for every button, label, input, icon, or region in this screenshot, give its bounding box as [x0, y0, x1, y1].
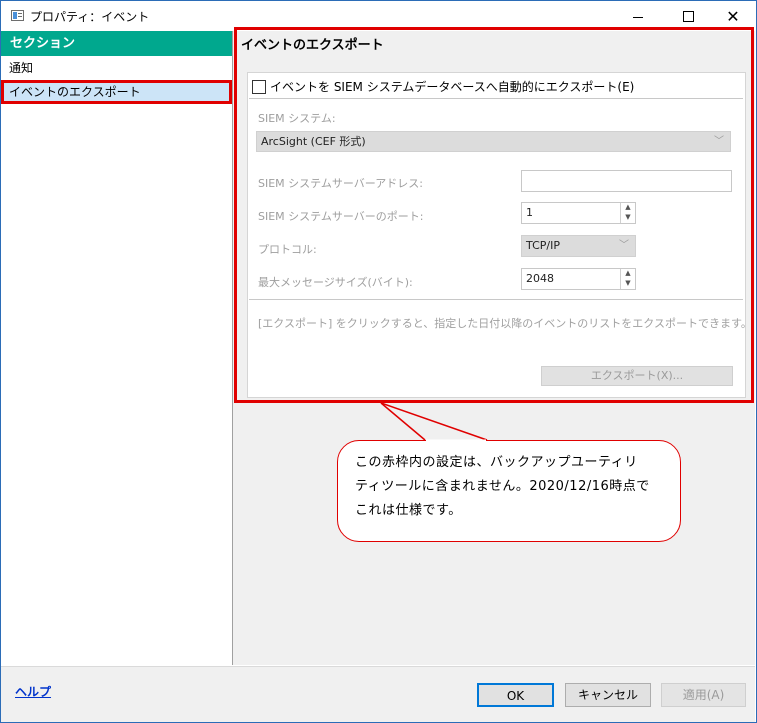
- callout-line: これは仕様です。: [355, 503, 462, 518]
- cancel-button[interactable]: キャンセル: [565, 683, 651, 707]
- apply-button[interactable]: 適用(A): [661, 683, 746, 707]
- help-link[interactable]: ヘルプ: [15, 683, 51, 700]
- callout-line: ティツールに含まれません。2020/12/16時点で: [355, 479, 650, 494]
- callout-joint: [426, 439, 486, 443]
- callout-text: この赤枠内の設定は、バックアップユーティリ ティツールに含まれません。2020/…: [355, 451, 675, 523]
- ok-button[interactable]: OK: [477, 683, 554, 707]
- callout-line: この赤枠内の設定は、バックアップユーティリ: [355, 455, 638, 470]
